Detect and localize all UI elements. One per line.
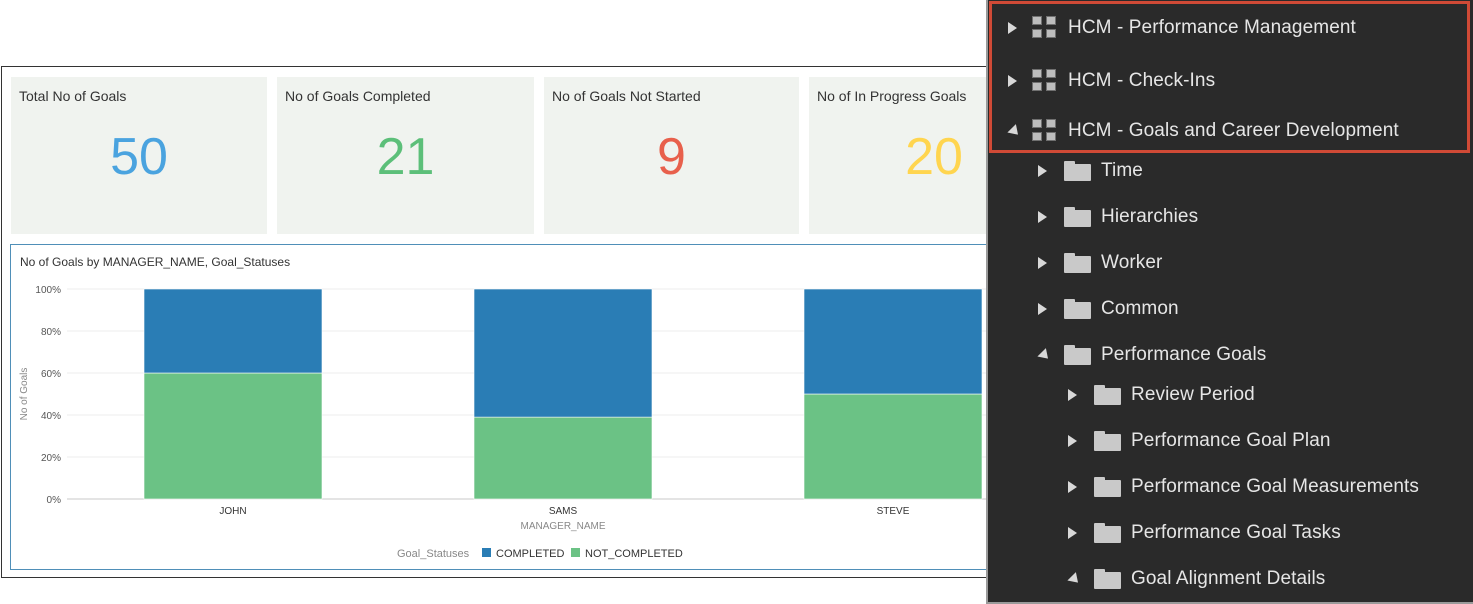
kpi-in-progress-goals[interactable]: No of In Progress Goals 20	[809, 77, 995, 234]
kpi-value: 9	[657, 128, 686, 186]
folder-icon	[1094, 477, 1121, 497]
kpi-title: No of Goals Not Started	[552, 88, 701, 104]
tree-item-label: Performance Goal Plan	[1131, 430, 1331, 451]
kpi-title: No of In Progress Goals	[817, 88, 967, 104]
folder-icon	[1094, 385, 1121, 405]
bar-completed-sams	[473, 288, 653, 418]
tree-item-worker[interactable]: Worker	[1034, 248, 1162, 278]
subject-area-icon	[1032, 69, 1058, 93]
bar-completed-steve	[803, 288, 983, 395]
folder-icon	[1064, 253, 1091, 273]
tree-item-performance-goal-measurements[interactable]: Performance Goal Measurements	[1064, 472, 1419, 502]
kpi-title: Total No of Goals	[19, 88, 127, 104]
tree-item-common[interactable]: Common	[1034, 294, 1179, 324]
x-tick-label: JOHN	[219, 506, 246, 517]
goals-dashboard: Total No of Goals 50 No of Goals Complet…	[1, 66, 996, 578]
subject-area-tree: HCM - Performance Management HCM - Check-…	[986, 0, 1473, 604]
collapsed-arrow-icon[interactable]	[1064, 433, 1080, 449]
folder-icon	[1064, 207, 1091, 227]
tree-item-performance-goal-tasks[interactable]: Performance Goal Tasks	[1064, 518, 1341, 548]
legend-entry: NOT_COMPLETED	[585, 548, 683, 560]
x-tick-label: SAMS	[549, 506, 578, 517]
kpi-value: 20	[905, 128, 963, 186]
kpi-value: 50	[110, 128, 168, 186]
folder-icon	[1064, 345, 1091, 365]
tree-item-hierarchies[interactable]: Hierarchies	[1034, 202, 1198, 232]
bar-not-completed-sams	[473, 416, 653, 500]
tree-item-time[interactable]: Time	[1034, 156, 1143, 186]
screenshot-stage: Total No of Goals 50 No of Goals Complet…	[0, 0, 1473, 604]
collapsed-arrow-icon[interactable]	[1004, 73, 1020, 89]
subject-area-icon	[1032, 119, 1058, 143]
collapsed-arrow-icon[interactable]	[1034, 209, 1050, 225]
y-tick-label: 80%	[41, 327, 61, 338]
collapsed-arrow-icon[interactable]	[1004, 20, 1020, 36]
folder-icon	[1064, 299, 1091, 319]
y-axis-label: No of Goals	[19, 368, 30, 421]
tree-item-label: Performance Goal Tasks	[1131, 522, 1341, 543]
expanded-arrow-icon[interactable]	[1004, 123, 1023, 139]
kpi-title: No of Goals Completed	[285, 88, 431, 104]
tree-item-hcm-goals-and-career-development[interactable]: HCM - Goals and Career Development	[1004, 116, 1399, 146]
tree-item-hcm-check-ins[interactable]: HCM - Check-Ins	[1004, 66, 1215, 96]
folder-icon	[1094, 569, 1121, 589]
collapsed-arrow-icon[interactable]	[1064, 479, 1080, 495]
bar-completed-john	[143, 288, 323, 374]
goals-by-manager-chart[interactable]: No of Goals by MANAGER_NAME, Goal_Status…	[10, 244, 995, 570]
folder-icon	[1094, 431, 1121, 451]
y-tick-label: 20%	[41, 453, 61, 464]
kpi-goals-not-started[interactable]: No of Goals Not Started 9	[544, 77, 799, 234]
legend-swatch-not-completed	[571, 548, 580, 557]
bar-not-completed-steve	[803, 393, 983, 500]
tree-item-label: Goal Alignment Details	[1131, 568, 1326, 589]
y-tick-label: 40%	[41, 411, 61, 422]
tree-item-performance-goal-plan[interactable]: Performance Goal Plan	[1064, 426, 1331, 456]
x-tick-label: STEVE	[877, 506, 910, 517]
y-tick-label: 0%	[47, 495, 62, 506]
collapsed-arrow-icon[interactable]	[1064, 387, 1080, 403]
x-axis-label: MANAGER_NAME	[520, 521, 605, 532]
kpi-total-goals[interactable]: Total No of Goals 50	[11, 77, 267, 234]
y-tick-label: 60%	[41, 369, 61, 380]
collapsed-arrow-icon[interactable]	[1064, 525, 1080, 541]
tree-item-label: HCM - Performance Management	[1068, 17, 1356, 38]
legend-entry: COMPLETED	[496, 548, 565, 560]
tree-item-label: Time	[1101, 160, 1143, 181]
expanded-arrow-icon[interactable]	[1064, 571, 1083, 587]
kpi-goals-completed[interactable]: No of Goals Completed 21	[277, 77, 534, 234]
folder-icon	[1094, 523, 1121, 543]
collapsed-arrow-icon[interactable]	[1034, 255, 1050, 271]
tree-item-label: Performance Goals	[1101, 344, 1267, 365]
kpi-value: 21	[376, 128, 435, 186]
tree-item-label: Common	[1101, 298, 1179, 319]
tree-item-label: Worker	[1101, 252, 1163, 273]
tree-item-label: Performance Goal Measurements	[1131, 476, 1420, 497]
folder-icon	[1064, 161, 1091, 181]
expanded-arrow-icon[interactable]	[1034, 347, 1053, 363]
tree-item-label: Hierarchies	[1101, 206, 1199, 227]
tree-item-performance-goals[interactable]: Performance Goals	[1034, 340, 1266, 370]
collapsed-arrow-icon[interactable]	[1034, 163, 1050, 179]
collapsed-arrow-icon[interactable]	[1034, 301, 1050, 317]
legend-title: Goal_Statuses	[397, 548, 470, 560]
tree-item-label: Review Period	[1131, 384, 1255, 405]
tree-item-label: HCM - Goals and Career Development	[1068, 120, 1399, 141]
legend-swatch-completed	[482, 548, 491, 557]
tree-item-review-period[interactable]: Review Period	[1064, 380, 1255, 410]
y-tick-label: 100%	[35, 285, 61, 296]
tree-item-label: HCM - Check-Ins	[1068, 70, 1216, 91]
stacked-bar-chart: 0% 20% 40% 60% 80% 100% No of Goals JOHN SAMS STE…	[19, 285, 995, 560]
tree-item-goal-alignment-details[interactable]: Goal Alignment Details	[1064, 564, 1325, 594]
bar-not-completed-john	[143, 372, 323, 500]
subject-area-icon	[1032, 16, 1058, 40]
tree-item-hcm-performance-management[interactable]: HCM - Performance Management	[1004, 13, 1356, 43]
